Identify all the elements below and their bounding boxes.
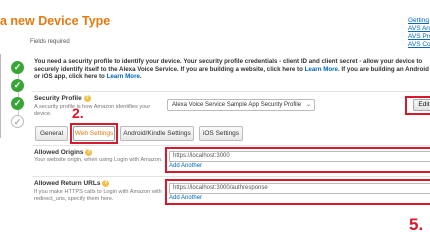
help-links: Getting AVS Arc AVS Pro AVS Com (408, 17, 430, 49)
tab-general[interactable]: General (35, 126, 68, 141)
tab-web-settings[interactable]: Web Settings (73, 126, 115, 141)
allowed-return-urls-label: Allowed Return URLs? (34, 180, 110, 188)
tab-android-kindle-settings[interactable]: Android/Kindle Settings (120, 126, 194, 141)
help-link-avs-community[interactable]: AVS Com (408, 41, 430, 49)
add-another-return-url-link[interactable]: Add Another (169, 195, 202, 201)
help-link-avs-architecture[interactable]: AVS Arc (408, 25, 430, 33)
divider (32, 145, 430, 146)
security-profile-label: Security Profile? (34, 95, 91, 103)
chevron-down-icon: ⌄ (305, 102, 311, 108)
page-title: a new Device Type (0, 14, 111, 28)
help-link-getting-started[interactable]: Getting (408, 17, 430, 25)
allowed-origins-input[interactable]: https://localhost:3000 (169, 151, 430, 162)
help-link-avs-protocol[interactable]: AVS Pro (408, 33, 430, 41)
security-profile-description: A security profile is how Amazon identif… (34, 104, 151, 117)
tab-ios-settings[interactable]: iOS Settings (199, 126, 243, 141)
help-icon[interactable]: ? (102, 180, 110, 187)
annotation-step-2: 2. (72, 105, 84, 121)
allowed-origins-description: Your website origin, when using Login wi… (34, 157, 163, 163)
allowed-return-urls-input[interactable]: https://localhost:3000/authresponse (169, 183, 430, 194)
step-1-check-icon: ✓ (11, 61, 24, 74)
fields-required-note: Fields required (30, 39, 70, 45)
step-4-check-icon: ✓ (11, 115, 24, 128)
allowed-origins-label: Allowed Origins? (34, 149, 93, 157)
security-profile-intro: You need a security profile to identify … (34, 58, 429, 81)
step-2-check-icon: ✓ (11, 79, 24, 92)
divider (32, 176, 430, 177)
divider (32, 91, 430, 92)
allowed-return-urls-description: If you make HTTPS calls to Login with Am… (34, 189, 162, 202)
learn-more-web-link[interactable]: Learn More (305, 66, 338, 73)
help-icon[interactable]: ? (85, 149, 93, 156)
step-3-check-icon: ✓ (11, 97, 24, 110)
add-another-origin-link[interactable]: Add Another (169, 163, 202, 169)
security-profile-select[interactable]: Alexa Voice Service Sample App Security … (167, 99, 315, 111)
annotation-step-5: 5. (409, 215, 424, 234)
help-icon[interactable]: ? (83, 95, 91, 102)
learn-more-mobile-link[interactable]: Learn More (107, 73, 140, 80)
edit-button[interactable]: Edit (413, 99, 430, 111)
